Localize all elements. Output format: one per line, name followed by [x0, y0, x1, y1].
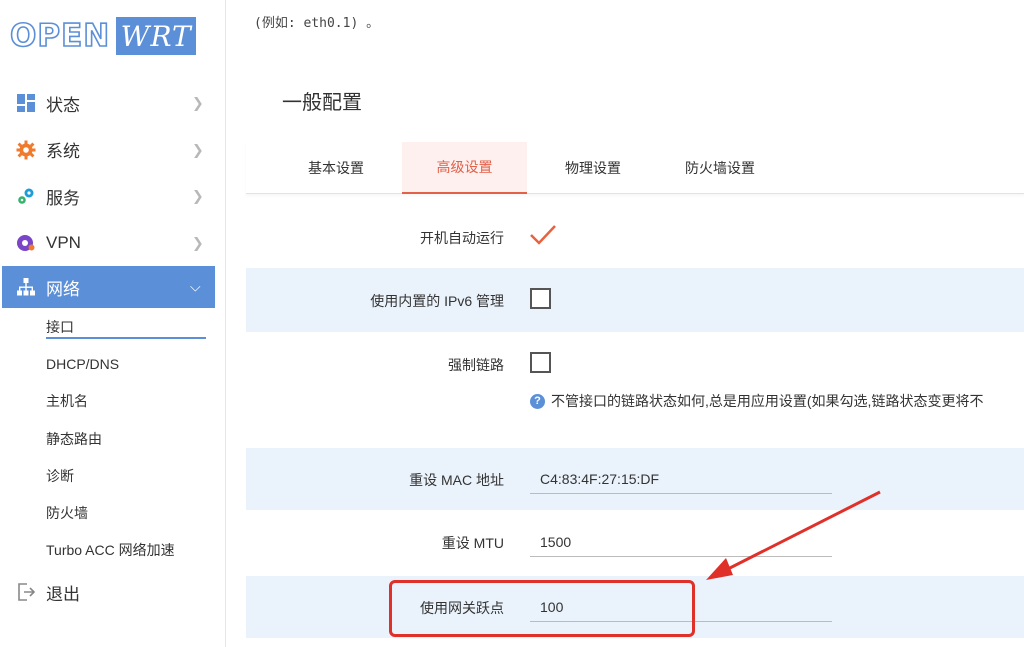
- sidebar-item-label: 退出: [46, 584, 80, 604]
- chevron-right-icon: ❯: [192, 187, 204, 204]
- chevron-right-icon: ❯: [192, 234, 204, 251]
- submenu-item-interfaces[interactable]: 接口: [46, 308, 226, 345]
- row-force-link: 强制链路 ? 不管接口的链路状态如何,总是用应用设置(如果勾选,链路状态变更将不: [246, 332, 1024, 448]
- sidebar-item-services[interactable]: 服务 ❯: [0, 173, 226, 220]
- sidebar-item-network[interactable]: 网络 ⌵: [2, 266, 215, 308]
- metric-label: 使用网关跃点: [420, 600, 504, 616]
- logo-text-open: OPEN: [9, 17, 111, 55]
- submenu-item-dhcp-dns[interactable]: DHCP/DNS: [46, 345, 226, 382]
- chevron-right-icon: ❯: [192, 141, 204, 158]
- mac-address-input[interactable]: [530, 464, 832, 494]
- autostart-checkbox[interactable]: [529, 223, 557, 252]
- vpn-icon: [16, 233, 36, 253]
- chevron-right-icon: ❯: [192, 94, 204, 111]
- sidebar-item-status[interactable]: 状态 ❯: [0, 80, 226, 127]
- submenu-item-firewall[interactable]: 防火墙: [46, 494, 226, 531]
- autostart-label: 开机自动运行: [420, 230, 504, 246]
- sidebar-item-label: 状态: [46, 95, 80, 115]
- ipv6-checkbox[interactable]: [530, 288, 551, 309]
- submenu-item-turbo-acc[interactable]: Turbo ACC 网络加速: [46, 532, 226, 569]
- section-title: 一般配置: [282, 92, 362, 114]
- logout-icon: [16, 582, 36, 602]
- sidebar-menu: 状态 ❯ 系统 ❯ 服务 ❯ VPN ❯ 网络 ⌵ 接口 DHCP/DNS 主机…: [0, 80, 226, 616]
- sidebar-item-logout[interactable]: 退出: [0, 569, 226, 616]
- sidebar: OPEN WRT 状态 ❯ 系统 ❯ 服务 ❯ VPN ❯ 网络 ⌵ 接口 DH…: [0, 0, 226, 647]
- app-window: OPEN WRT 状态 ❯ 系统 ❯ 服务 ❯ VPN ❯ 网络 ⌵ 接口 DH…: [0, 0, 1024, 647]
- network-icon: [16, 277, 36, 297]
- mac-label: 重设 MAC 地址: [409, 472, 504, 488]
- network-submenu: 接口 DHCP/DNS 主机名 静态路由 诊断 防火墙 Turbo ACC 网络…: [0, 308, 226, 569]
- force-link-checkbox[interactable]: [530, 352, 551, 373]
- sidebar-item-label: 网络: [46, 279, 80, 299]
- submenu-item-static-routes[interactable]: 静态路由: [46, 420, 226, 457]
- main-content: (例如: eth0.1) 。 一般配置 基本设置 高级设置 物理设置 防火墙设置…: [226, 0, 1024, 647]
- services-icon: [16, 186, 36, 206]
- sidebar-item-system[interactable]: 系统 ❯: [0, 127, 226, 174]
- force-link-label: 强制链路: [448, 357, 504, 373]
- submenu-item-hostnames[interactable]: 主机名: [46, 383, 226, 420]
- row-ipv6-management: 使用内置的 IPv6 管理: [246, 268, 1024, 332]
- force-link-help-text: 不管接口的链路状态如何,总是用应用设置(如果勾选,链路状态变更将不: [551, 393, 984, 409]
- sidebar-item-label: 服务: [46, 188, 80, 208]
- interface-hint-text: (例如: eth0.1) 。: [254, 16, 380, 31]
- openwrt-logo[interactable]: OPEN WRT: [9, 16, 197, 56]
- config-tabs: 基本设置 高级设置 物理设置 防火墙设置: [246, 142, 1024, 194]
- tab-physical-settings[interactable]: 物理设置: [539, 142, 647, 194]
- mtu-input[interactable]: [530, 527, 832, 557]
- dashboard-icon: [16, 93, 36, 113]
- sidebar-item-label: VPN: [46, 232, 81, 252]
- row-mac-address: 重设 MAC 地址: [246, 448, 1024, 510]
- advanced-settings-form: 开机自动运行 使用内置的 IPv6 管理 强制链路 ? 不管接口的链路状态如何,…: [246, 206, 1024, 638]
- tab-advanced-settings[interactable]: 高级设置: [402, 142, 527, 194]
- metric-input[interactable]: [530, 592, 832, 622]
- help-icon: ?: [530, 393, 545, 409]
- row-autostart: 开机自动运行: [246, 206, 1024, 268]
- sidebar-item-vpn[interactable]: VPN ❯: [0, 220, 226, 267]
- tab-firewall-settings[interactable]: 防火墙设置: [659, 142, 781, 194]
- tab-basic-settings[interactable]: 基本设置: [274, 142, 398, 194]
- sidebar-item-label: 系统: [46, 142, 80, 162]
- force-link-help: ? 不管接口的链路状态如何,总是用应用设置(如果勾选,链路状态变更将不: [530, 391, 983, 411]
- mtu-label: 重设 MTU: [441, 535, 504, 551]
- submenu-item-diagnostics[interactable]: 诊断: [46, 457, 226, 494]
- logo-text-wrt: WRT: [116, 17, 197, 55]
- chevron-down-icon: ⌵: [190, 278, 201, 295]
- ipv6-label: 使用内置的 IPv6 管理: [370, 293, 504, 309]
- gear-icon: [16, 140, 36, 160]
- row-gateway-metric: 使用网关跃点: [246, 576, 1024, 638]
- row-mtu: 重设 MTU: [246, 510, 1024, 576]
